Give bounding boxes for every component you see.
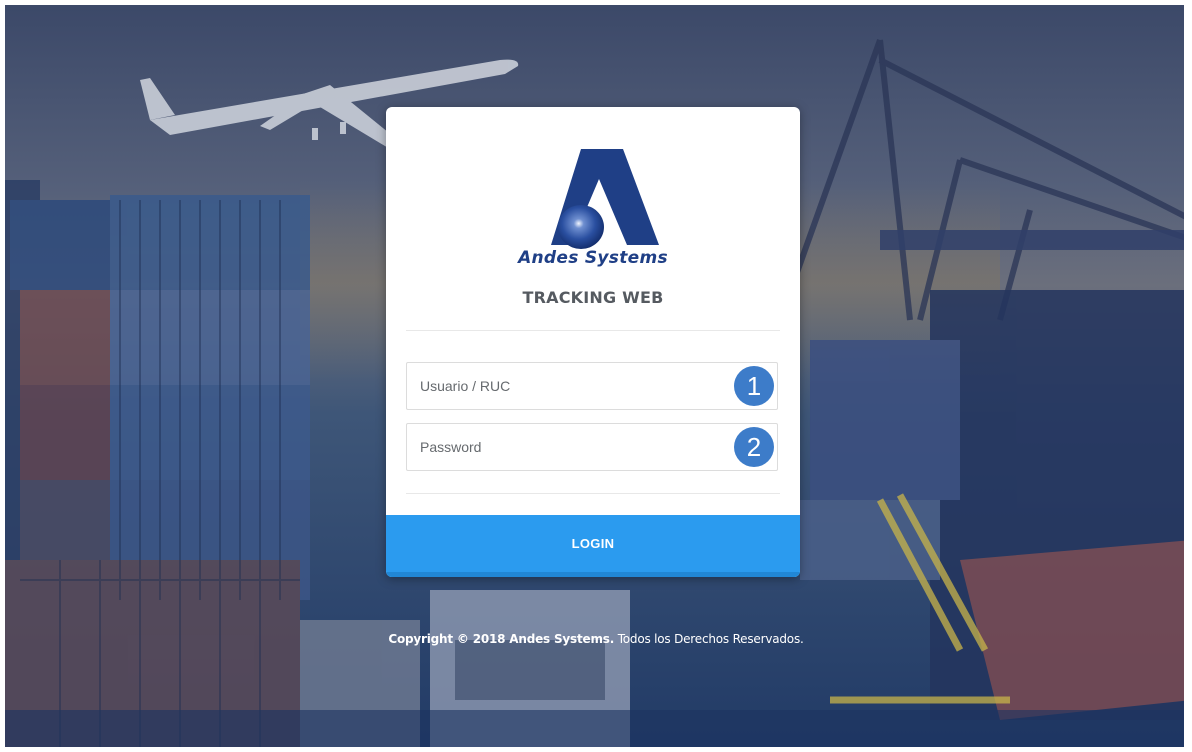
divider bbox=[406, 330, 780, 331]
page-title: TRACKING WEB bbox=[522, 288, 664, 307]
copyright-suffix: Todos los Derechos Reservados. bbox=[617, 632, 804, 646]
password-field[interactable]: 2 bbox=[406, 423, 778, 471]
annotation-marker-1: 1 bbox=[734, 366, 774, 406]
login-button[interactable]: LOGIN bbox=[386, 515, 800, 577]
divider bbox=[406, 493, 780, 494]
login-card: Andes Systems TRACKING WEB 1 2 LOGIN bbox=[386, 107, 800, 577]
username-input[interactable] bbox=[407, 363, 777, 409]
login-page: Andes Systems TRACKING WEB 1 2 LOGIN Cop… bbox=[0, 0, 1192, 752]
logo-mark-icon bbox=[551, 149, 659, 249]
copyright-company: Andes Systems. bbox=[509, 632, 615, 646]
copyright-prefix: Copyright © 2018 bbox=[388, 632, 506, 646]
password-input[interactable] bbox=[407, 424, 777, 470]
brand-name: Andes Systems bbox=[518, 248, 668, 268]
annotation-marker-2: 2 bbox=[734, 427, 774, 467]
username-field[interactable]: 1 bbox=[406, 362, 778, 410]
copyright-footer: Copyright © 2018 Andes Systems. Todos lo… bbox=[0, 632, 1192, 646]
